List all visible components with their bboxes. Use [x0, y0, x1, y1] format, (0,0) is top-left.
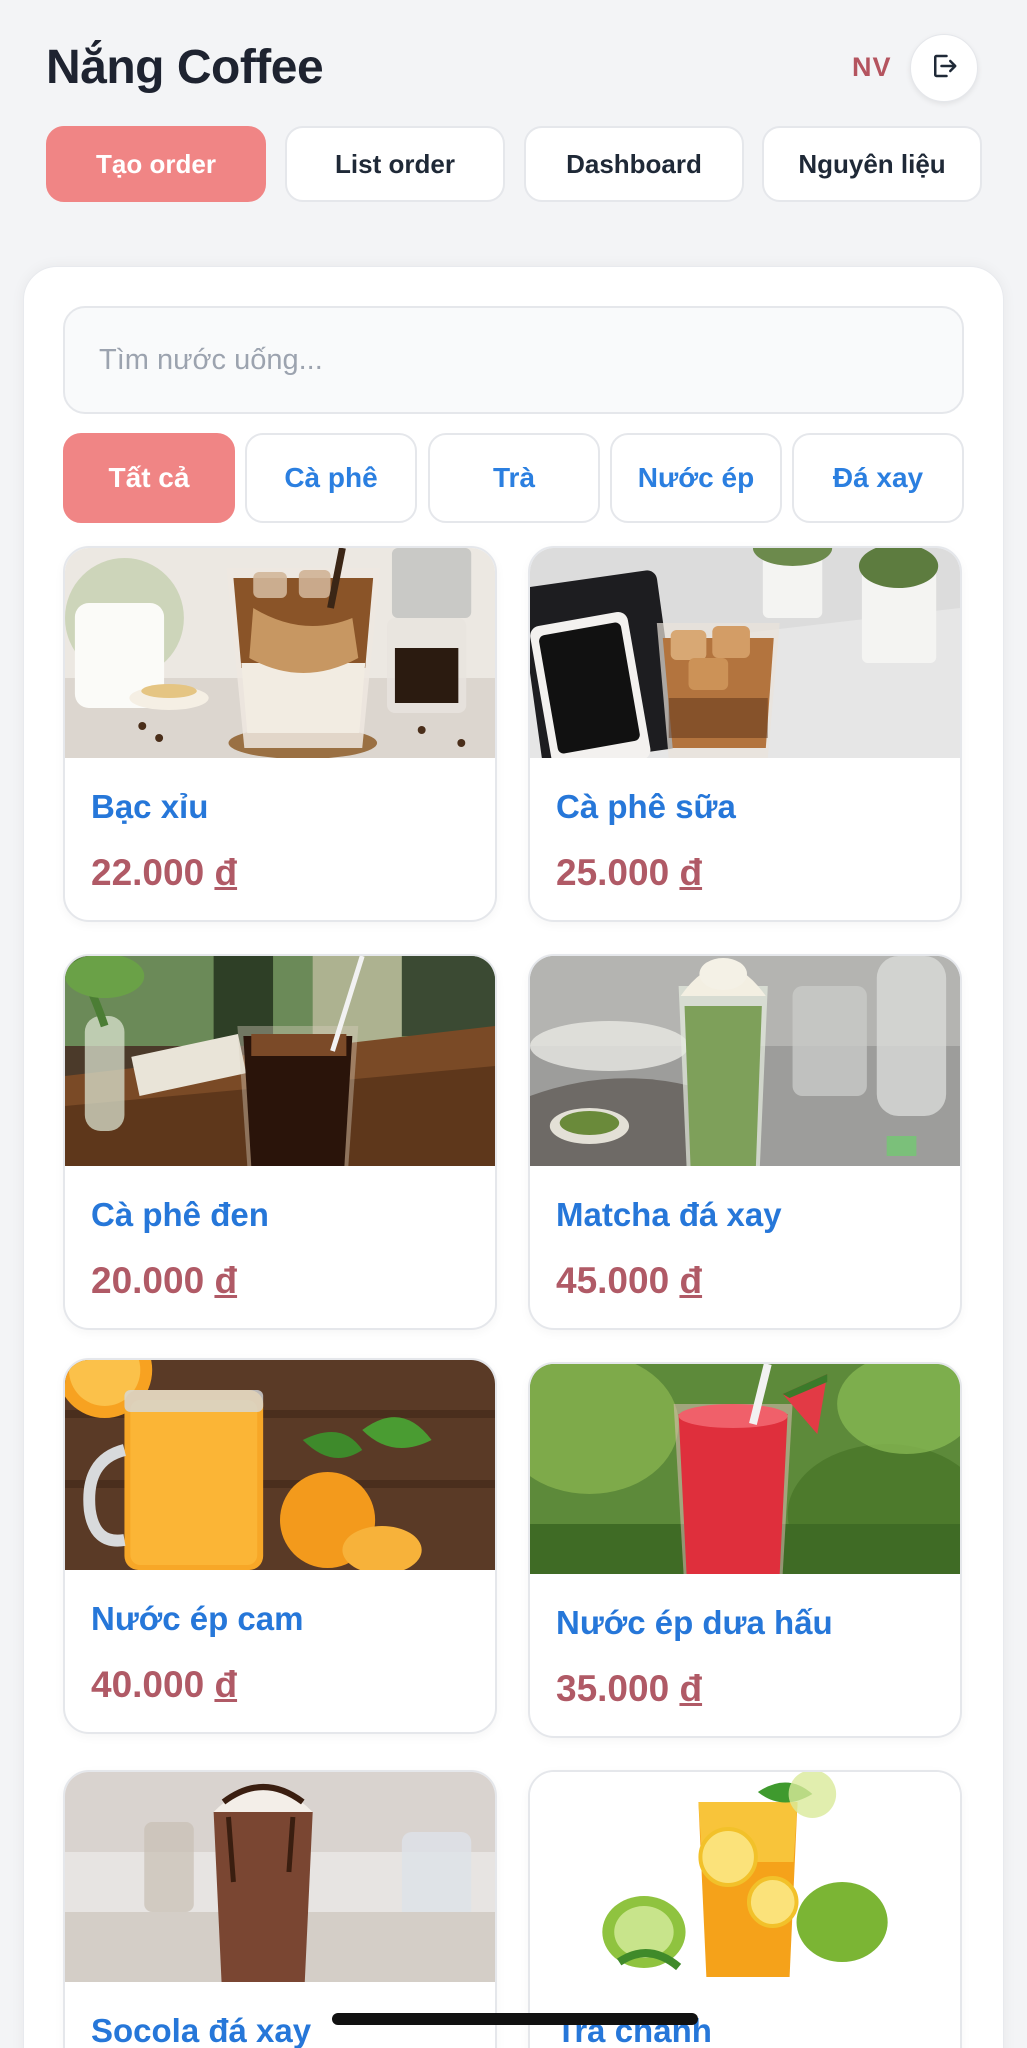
product-card[interactable]: Nước ép dưa hấu 35.000 đ — [528, 1362, 962, 1738]
product-name: Nước ép dưa hấu — [556, 1604, 833, 1641]
product-card[interactable]: Cà phê đen 20.000 đ — [63, 954, 497, 1330]
matcha-frappe-photo — [530, 956, 960, 1166]
category-all[interactable]: Tất cả — [63, 433, 235, 523]
product-price: 35.000 đ — [556, 1668, 703, 1709]
product-card[interactable]: Nước ép cam 40.000 đ — [63, 1358, 497, 1734]
logout-icon — [929, 51, 959, 86]
product-name: Bạc xỉu — [91, 788, 209, 825]
search-input[interactable] — [63, 306, 964, 414]
lemon-tea-photo — [530, 1772, 960, 1982]
chocolate-frappe-photo — [65, 1772, 495, 1982]
product-card[interactable]: Socola đá xay — [63, 1770, 497, 2048]
product-card[interactable]: Bạc xỉu 22.000 đ — [63, 546, 497, 922]
orange-juice-photo — [65, 1360, 495, 1570]
product-name: Nước ép cam — [91, 1600, 304, 1637]
black-coffee-photo — [65, 956, 495, 1166]
product-card[interactable]: Cà phê sữa 25.000 đ — [528, 546, 962, 922]
category-blended[interactable]: Đá xay — [792, 433, 964, 523]
watermelon-juice-photo — [530, 1364, 960, 1574]
product-card[interactable]: Trà chanh — [528, 1770, 962, 2048]
app-title: Nắng Coffee — [46, 41, 324, 94]
product-card[interactable]: Matcha đá xay 45.000 đ — [528, 954, 962, 1330]
tab-ingredients[interactable]: Nguyên liệu — [762, 126, 982, 202]
iced-coffee-photo — [530, 548, 960, 758]
home-indicator — [332, 2013, 698, 2025]
product-name: Socola đá xay — [91, 2012, 312, 2048]
iced-milk-coffee-photo — [65, 548, 495, 758]
category-coffee[interactable]: Cà phê — [245, 433, 417, 523]
product-name: Cà phê đen — [91, 1196, 269, 1233]
tab-list-order[interactable]: List order — [285, 126, 505, 202]
product-price: 22.000 đ — [91, 852, 238, 893]
product-name: Matcha đá xay — [556, 1196, 782, 1233]
product-price: 25.000 đ — [556, 852, 703, 893]
product-price: 40.000 đ — [91, 1664, 238, 1705]
tab-dashboard[interactable]: Dashboard — [524, 126, 744, 202]
product-name: Cà phê sữa — [556, 788, 736, 825]
category-tea[interactable]: Trà — [428, 433, 600, 523]
product-price: 20.000 đ — [91, 1260, 238, 1301]
user-initials[interactable]: NV — [852, 52, 892, 83]
category-juice[interactable]: Nước ép — [610, 433, 782, 523]
product-price: 45.000 đ — [556, 1260, 703, 1301]
logout-button[interactable] — [910, 34, 978, 102]
tab-create-order[interactable]: Tạo order — [46, 126, 266, 202]
